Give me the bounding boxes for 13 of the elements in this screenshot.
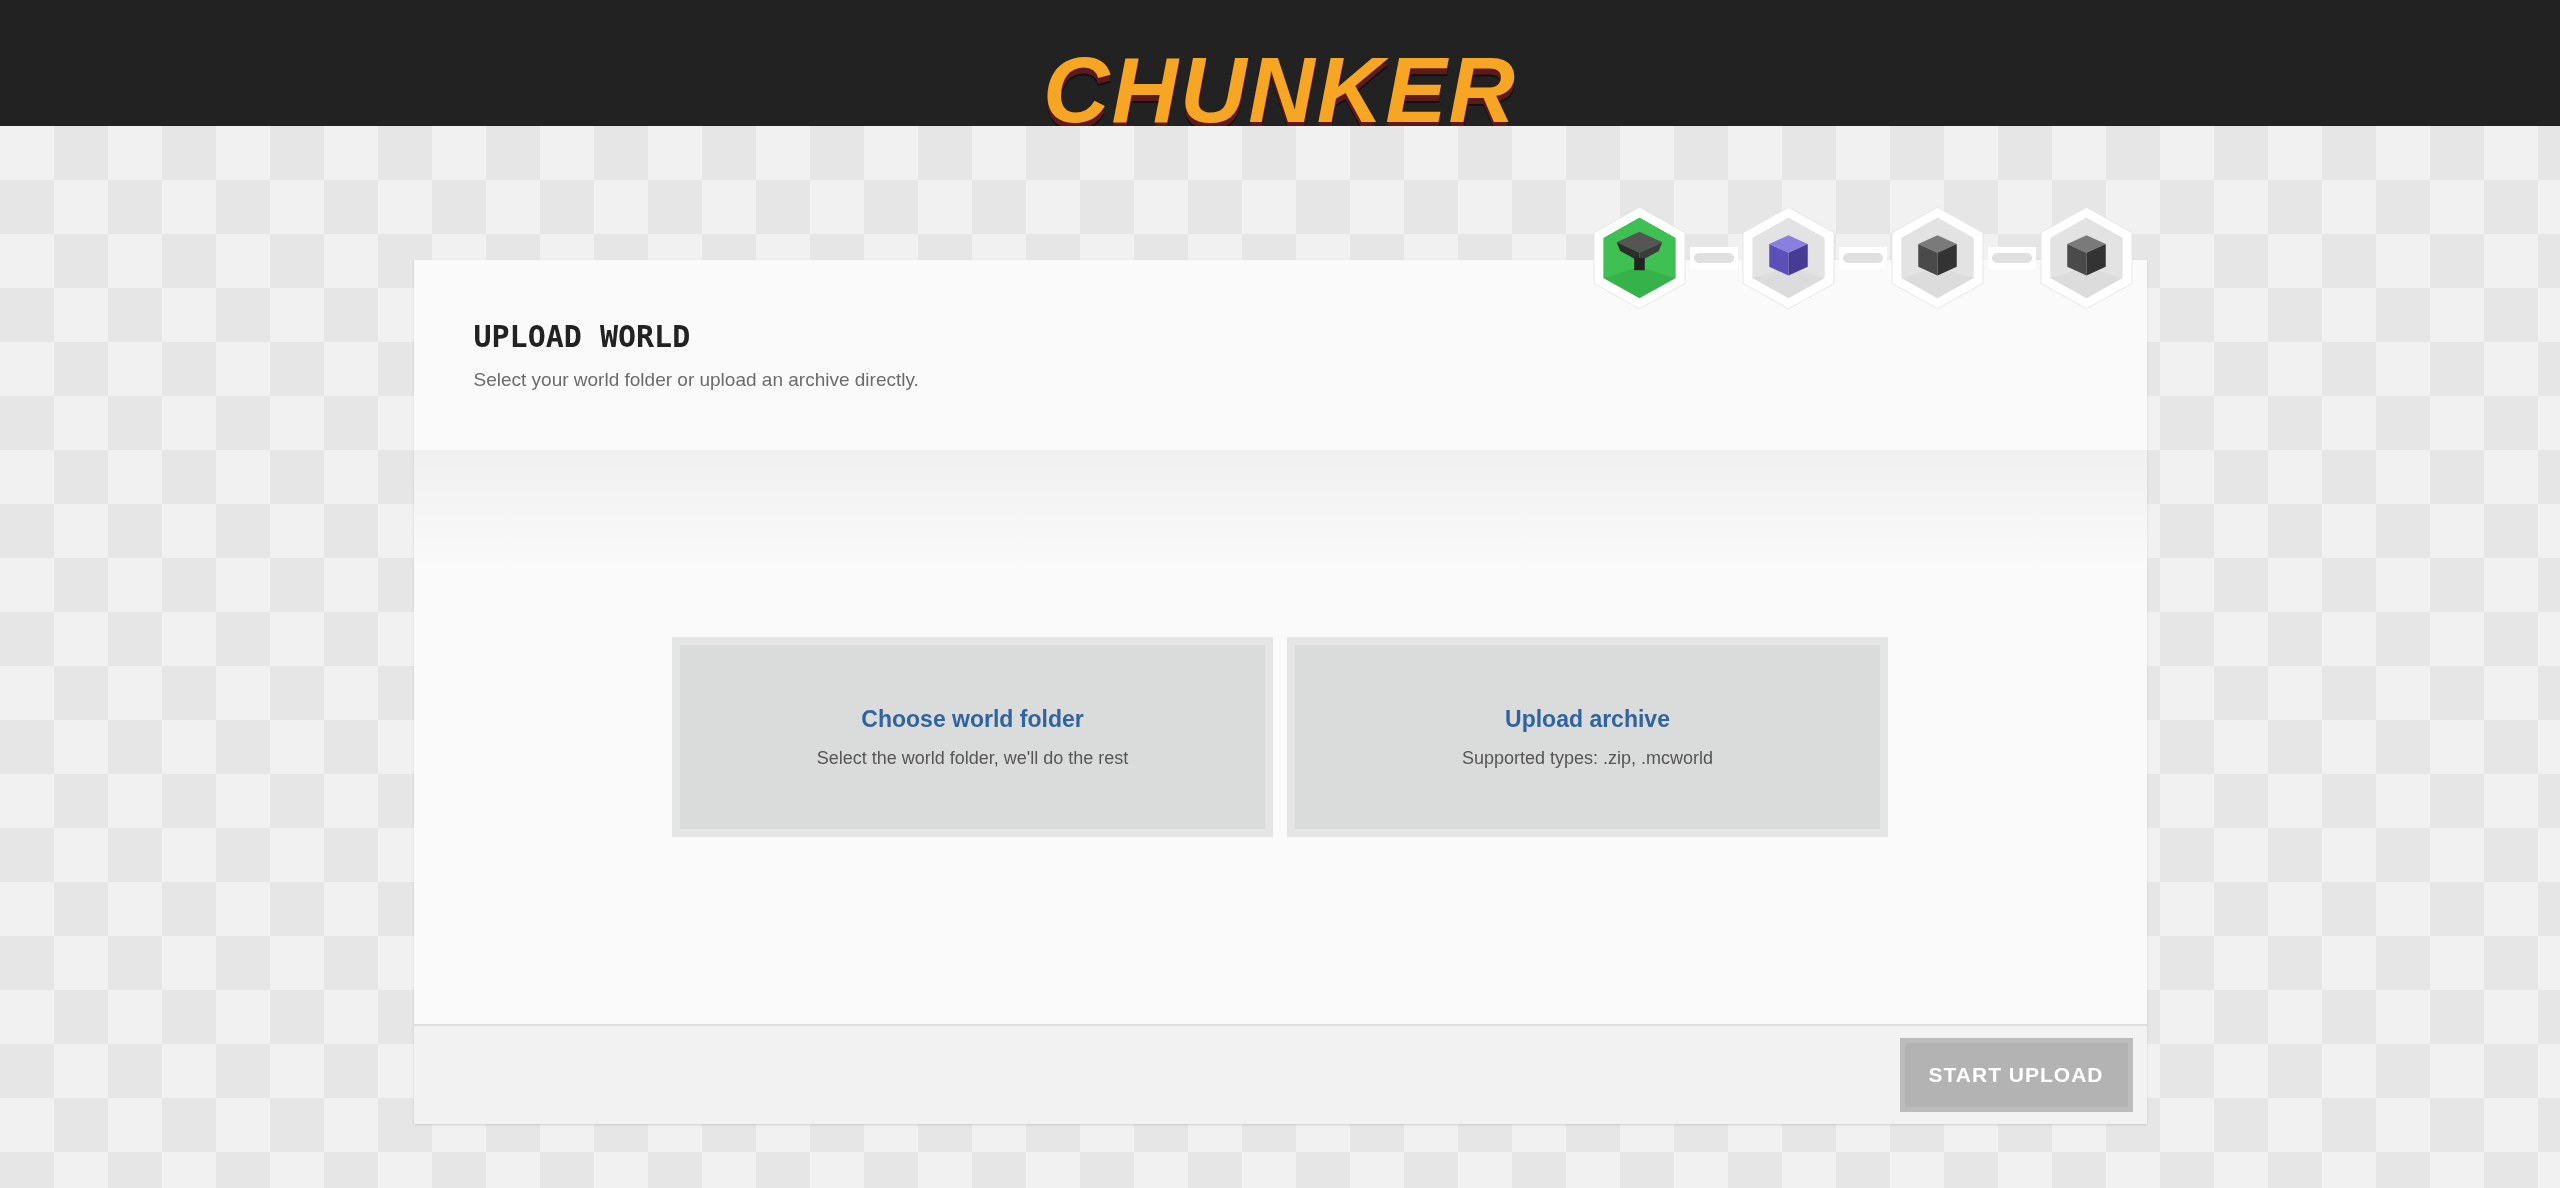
option-title: Choose world folder bbox=[861, 705, 1084, 735]
panel-title: UPLOAD WORLD bbox=[473, 320, 692, 354]
cube-icon bbox=[2066, 235, 2106, 276]
option-description: Select the world folder, we'll do the rest bbox=[816, 746, 1129, 770]
upload-option[interactable]: Choose world folder Select the world folder, we'll do the rest bbox=[672, 637, 1273, 837]
option-title: Upload archive bbox=[1505, 705, 1670, 735]
logo: CHUNKER bbox=[1043, 44, 1517, 136]
upload-option[interactable]: Upload archive Supported types: .zip, .mcworld bbox=[1287, 637, 1888, 837]
cube-icon bbox=[1917, 235, 1957, 276]
panel-subtitle: Select your world folder or upload an archive directly. bbox=[473, 368, 920, 392]
hopper-icon bbox=[1616, 231, 1662, 271]
option-description: Supported types: .zip, .mcworld bbox=[1461, 746, 1714, 770]
cube-icon bbox=[1768, 235, 1808, 276]
